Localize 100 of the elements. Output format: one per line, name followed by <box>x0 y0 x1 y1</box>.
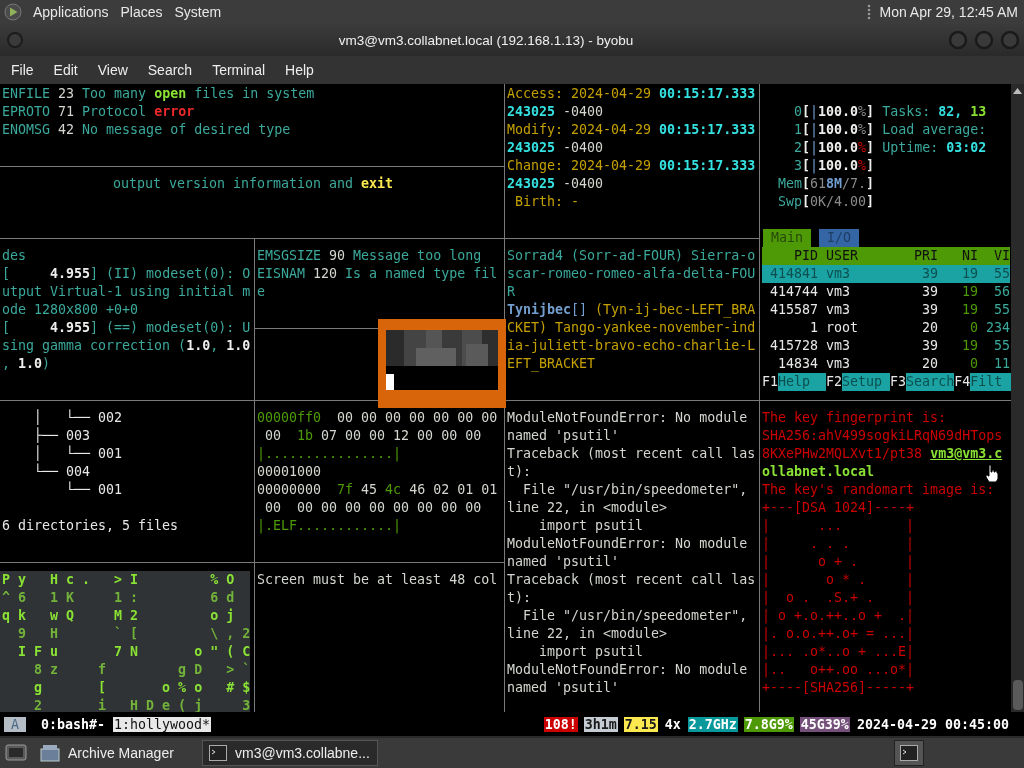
taskbar-button[interactable]: vm3@vm3.collabne... <box>202 740 378 766</box>
window-tab[interactable]: 0:bash#- <box>40 716 107 732</box>
process-row[interactable]: 414744 vm3 39 19 56 <box>762 283 1011 301</box>
table-cell-text: 11 <box>993 355 1011 373</box>
table-cell-text: 415587 <box>769 301 819 319</box>
terminal-line: named 'psutil' <box>507 553 620 571</box>
scrollbar[interactable] <box>1011 84 1024 712</box>
terminal-line: Sorrad4 (Sorr-ad-FOUR) Sierra-o <box>507 247 756 265</box>
terminal-line: 00001000 <box>257 463 322 481</box>
process-row[interactable]: 415728 vm3 39 19 55 <box>762 337 1011 355</box>
terminal-line: ModuleNotFoundError: No module <box>507 661 748 679</box>
terminal-line: File "/usr/bin/speedometer", <box>522 607 748 625</box>
menu-item[interactable]: View <box>87 62 138 78</box>
table-cell-text: 55 <box>993 337 1011 355</box>
archive-icon <box>40 744 60 762</box>
terminal-line: |.. o++.oo ...o*| <box>762 661 915 679</box>
terminal-line: 243025 -0400 <box>507 175 604 193</box>
column-header[interactable]: NI <box>938 247 979 265</box>
terminal-line: named 'psutil' <box>507 679 620 697</box>
status-indicator: 4x <box>663 716 682 732</box>
terminal-line: | ... | <box>762 517 915 535</box>
terminal-button[interactable] <box>894 740 924 766</box>
scrollbar-thumb[interactable] <box>1012 680 1023 710</box>
meter-line: 2[|100.0%] Uptime: 03:02 <box>793 139 987 157</box>
terminal-line: 00000ff0 00 00 00 00 00 00 00 <box>257 409 498 427</box>
terminal-line: | o + . | <box>762 553 915 571</box>
terminal-line: ^ 6 1 K 1 : 6 d <box>2 589 235 607</box>
terminal-line: line 22, in <module> <box>507 499 668 517</box>
taskbar-button[interactable]: Archive Manager <box>34 740 196 766</box>
menu-item[interactable]: Search <box>137 62 203 78</box>
menu-item[interactable]: File <box>1 62 44 78</box>
process-row[interactable]: 415587 vm3 39 19 55 <box>762 301 1011 319</box>
terminal-line: , 1.0) <box>2 355 51 373</box>
terminal-line: named 'psutil' <box>507 427 620 445</box>
up-arrow-icon[interactable] <box>1013 88 1022 94</box>
terminal-line: g [ o % o # $ <box>33 679 250 697</box>
column-header[interactable]: PRI <box>914 247 939 265</box>
menu-item[interactable]: Edit <box>43 62 88 78</box>
table-cell-text: 55 <box>993 265 1011 283</box>
terminal-line: des <box>2 247 27 265</box>
table-cell-text: 414744 <box>769 283 819 301</box>
terminal-line: | o . .S.+ . | <box>762 589 915 607</box>
status-indicator: 7.8G9% <box>743 716 794 732</box>
status-indicator: 2024-04-29 00:45:00 <box>855 716 1010 732</box>
terminal-line: └── 004 <box>33 463 91 481</box>
panel-menu[interactable]: Places <box>114 4 169 20</box>
minimize-button[interactable] <box>948 30 968 50</box>
column-header[interactable]: VI <box>978 247 1011 265</box>
process-row[interactable]: 1 root 20 0 234 <box>762 319 1011 337</box>
table-cell-text: 20 <box>921 319 939 337</box>
terminal-line: ├── 003 <box>33 427 91 445</box>
terminal-line: | . . . | <box>762 535 915 553</box>
clock[interactable]: Mon Apr 29, 12:45 AM <box>879 4 1020 20</box>
table-cell-text: 1 <box>809 319 819 337</box>
terminal-line: └── 001 <box>65 481 123 499</box>
terminal-line: Screen must be at least 48 col <box>257 571 498 589</box>
terminal-line: utput Virtual-1 using initial m <box>2 283 251 301</box>
terminal-line: e <box>257 283 265 301</box>
process-row[interactable]: 14834 vm3 20 0 11 <box>762 355 1011 373</box>
terminal-line: +----[SHA256]-----+ <box>762 679 915 697</box>
terminal-line: EPROTO 71 Protocol error <box>2 103 195 121</box>
maximize-button[interactable] <box>974 30 994 50</box>
meter-line: 3[|100.0%] <box>793 157 875 175</box>
terminal-line: 243025 -0400 <box>507 103 604 121</box>
table-cell-text: vm3 <box>826 283 852 301</box>
meter-line: Mem[618M/7.] <box>777 175 875 193</box>
terminal-line: import psutil <box>538 517 644 535</box>
terminal-line: 8KXePHw2MQLXvt1/pt38 vm3@vm3.c <box>762 445 1003 463</box>
table-cell-text: 56 <box>993 283 1011 301</box>
terminal-line: t): <box>507 463 532 481</box>
window-tab[interactable]: 1:hollywood* <box>113 716 212 732</box>
window-menu-button[interactable] <box>6 31 24 49</box>
window-title: vm3@vm3.collabnet.local (192.168.1.13) - byobu <box>337 32 635 48</box>
handle-icon[interactable] <box>867 4 872 20</box>
status-indicator: 108! <box>543 716 578 732</box>
panel-menu[interactable]: Applications <box>27 4 115 20</box>
hand-cursor-icon <box>985 464 999 482</box>
terminal-line: Modify: 2024-04-29 00:15:17.333 <box>507 121 756 139</box>
table-cell-text: root <box>826 319 860 337</box>
menu-item[interactable]: Terminal <box>202 62 276 78</box>
close-button[interactable] <box>1000 30 1020 50</box>
terminal-icon <box>900 745 918 761</box>
terminal-line: +---[DSA 1024]----+ <box>762 499 915 517</box>
table-cell-text: vm3 <box>826 337 852 355</box>
table-cell-text: 19 <box>961 265 979 283</box>
terminal-line: scar-romeo-romeo-alfa-delta-FOU <box>507 265 756 283</box>
column-header[interactable]: USER <box>826 247 915 265</box>
desktop-icon[interactable] <box>4 742 28 764</box>
terminal-line: ode 1280x800 +0+0 <box>2 301 139 319</box>
terminal-line: ENFILE 23 Too many open files in system <box>2 85 315 103</box>
terminal-line: P y H c . > I % O <box>2 571 235 589</box>
terminal-line: line 22, in <module> <box>507 625 668 643</box>
play-icon[interactable] <box>4 3 22 21</box>
menu-item[interactable]: Help <box>275 62 324 78</box>
panel-menu[interactable]: System <box>168 4 228 20</box>
terminal-line: 8 z f g D > ` <box>33 661 250 679</box>
terminal-line: ENOMSG 42 No message of desired type <box>2 121 291 139</box>
summary-line: 6 directories, 5 files <box>2 517 179 535</box>
meter-line: 1[|100.0%] Load average: <box>793 121 987 139</box>
column-header[interactable]: PID <box>762 247 819 265</box>
